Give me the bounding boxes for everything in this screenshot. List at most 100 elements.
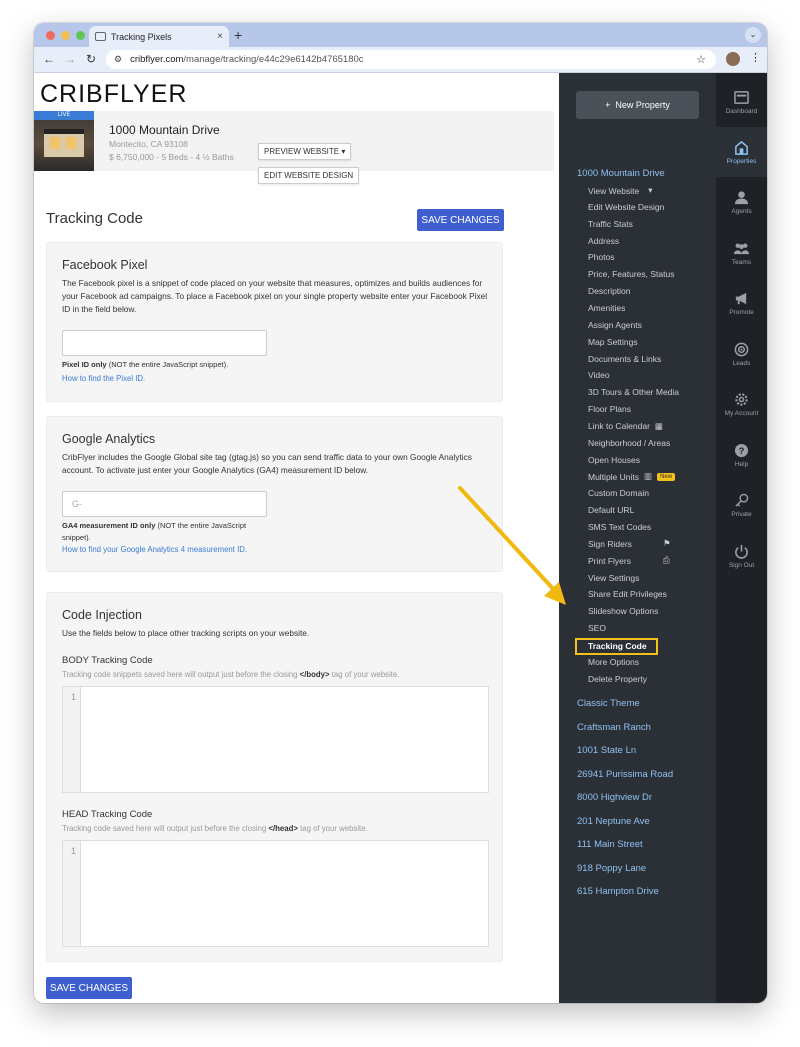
nav-help[interactable]: ? Help [716, 430, 767, 480]
property-city: Montecito, CA 93108 [109, 139, 188, 149]
sidebar-item-amenities[interactable]: Amenities [588, 303, 625, 313]
site-settings-icon[interactable]: ⚙ [114, 54, 122, 65]
facebook-pixel-help: Pixel ID only (NOT the entire JavaScript… [62, 359, 228, 371]
sidebar-item-share-edit-privileges[interactable]: Share Edit Privileges [588, 589, 667, 599]
live-badge: LIVE [34, 111, 94, 120]
forward-icon[interactable]: → [64, 52, 76, 66]
facebook-pixel-help-link[interactable]: How to find the Pixel ID. [62, 374, 145, 383]
sidebar-item-link-to-calendar[interactable]: Link to Calendar ▦ [588, 421, 663, 432]
sidebar-item-sms-text-codes[interactable]: SMS Text Codes [588, 522, 651, 532]
current-property-link[interactable]: 1000 Mountain Drive [577, 168, 665, 179]
sidebar-item-edit-website-design[interactable]: Edit Website Design [588, 202, 664, 212]
body-note-pre: Tracking code snippets saved here will o… [62, 670, 300, 679]
head-code-editor[interactable]: 1 [62, 840, 489, 947]
facebook-pixel-description: The Facebook pixel is a snippet of code … [62, 278, 488, 314]
preview-website-button[interactable]: PREVIEW WEBSITE ▾ [258, 143, 352, 160]
sidebar-item-neighborhood-areas[interactable]: Neighborhood / Areas [588, 438, 670, 448]
save-changes-button-bottom[interactable]: SAVE CHANGES [46, 977, 132, 999]
body-code-editor[interactable]: 1 [62, 686, 489, 793]
tab-search-icon[interactable]: ⌄ [745, 27, 761, 43]
sidebar-item-video[interactable]: Video [588, 370, 610, 380]
sidebar-property-link[interactable]: 615 Hampton Drive [577, 886, 659, 897]
maximize-window-button[interactable] [76, 31, 85, 40]
print-icon: ⎙ [663, 555, 670, 566]
nav-my-account[interactable]: My Account [716, 379, 767, 429]
sidebar-item-label: Video [588, 370, 610, 381]
sidebar-item-view-settings[interactable]: View Settings [588, 573, 639, 583]
sidebar-item-price-features-status[interactable]: Price, Features, Status [588, 269, 674, 279]
sidebar-property-link[interactable]: Classic Theme [577, 698, 640, 709]
edit-website-design-button[interactable]: EDIT WEBSITE DESIGN [258, 167, 360, 184]
save-changes-button-top[interactable]: SAVE CHANGES [417, 209, 504, 231]
nav-agents-label: Agents [731, 207, 752, 215]
favicon-icon [95, 32, 106, 41]
sidebar-item-open-houses[interactable]: Open Houses [588, 455, 640, 465]
profile-avatar[interactable] [726, 52, 740, 66]
sidebar-property-link[interactable]: 201 Neptune Ave [577, 816, 650, 827]
close-tab-icon[interactable]: × [217, 31, 223, 42]
sidebar-item-slideshow-options[interactable]: Slideshow Options [588, 606, 658, 616]
new-property-button[interactable]: + New Property [576, 91, 699, 119]
sidebar-item-more-options[interactable]: More Options [588, 657, 639, 667]
agent-icon [734, 190, 749, 204]
property-thumbnail[interactable] [34, 111, 94, 171]
nav-my-account-label: My Account [724, 409, 759, 417]
sidebar-item-print-flyers[interactable]: Print Flyers ⎙ [588, 555, 670, 566]
nav-sign-out[interactable]: Sign Out [716, 531, 767, 581]
target-icon [734, 342, 749, 356]
ga4-help-link[interactable]: How to find your Google Analytics 4 meas… [62, 545, 247, 554]
nav-agents[interactable]: Agents [716, 177, 767, 227]
url-field[interactable]: ⚙ cribflyer.com /manage/tracking/e44c29e… [106, 50, 716, 69]
nav-promote[interactable]: Promote [716, 278, 767, 328]
sidebar-property-link[interactable]: 8000 Highview Dr [577, 792, 652, 803]
minimize-window-button[interactable] [61, 31, 70, 40]
line-number-gutter: 1 [63, 841, 81, 946]
sidebar-item-multiple-units[interactable]: Multiple Units ▥ New [588, 471, 676, 482]
browser-tab[interactable]: Tracking Pixels × [89, 26, 229, 47]
sidebar-item-label: Multiple Units [588, 471, 640, 482]
nav-leads[interactable]: Leads [716, 329, 767, 379]
sidebar-property-link[interactable]: 26941 Purissima Road [577, 769, 673, 780]
sidebar-item-view-website[interactable]: View Website ▾ [588, 185, 652, 196]
reload-icon[interactable]: ↻ [86, 52, 96, 66]
sidebar-item-delete-property[interactable]: Delete Property [588, 674, 647, 684]
sidebar-item-sign-riders[interactable]: Sign Riders ⚑ [588, 538, 671, 549]
sidebar-item-photos[interactable]: Photos [588, 252, 614, 262]
sidebar-item-custom-domain[interactable]: Custom Domain [588, 488, 649, 498]
facebook-pixel-input[interactable] [62, 330, 267, 356]
sidebar-item-floor-plans[interactable]: Floor Plans [588, 404, 631, 414]
sidebar-item-seo[interactable]: SEO [588, 623, 606, 633]
nav-dashboard-label: Dashboard [725, 107, 758, 115]
nav-properties[interactable]: Properties [716, 127, 767, 177]
sidebar-item-traffic-stats[interactable]: Traffic Stats [588, 219, 633, 229]
bookmark-star-icon[interactable]: ☆ [696, 53, 706, 66]
sidebar-property-link[interactable]: 918 Poppy Lane [577, 863, 646, 874]
sidebar-item-tracking-code[interactable]: Tracking Code [575, 637, 658, 655]
browser-menu-icon[interactable]: ⋮ [750, 51, 761, 64]
sidebar-item-default-url[interactable]: Default URL [588, 505, 634, 515]
nav-dashboard[interactable]: Dashboard [716, 77, 767, 127]
nav-teams[interactable]: Teams [716, 228, 767, 278]
ga4-measurement-input[interactable]: G- [62, 491, 267, 517]
sidebar-item-address[interactable]: Address [588, 236, 619, 246]
sidebar-property-link[interactable]: 111 Main Street [577, 839, 643, 850]
sidebar-property-link[interactable]: Craftsman Ranch [577, 722, 651, 733]
sidebar-item-description[interactable]: Description [588, 286, 631, 296]
sidebar-item-documents-links[interactable]: Documents & Links [588, 354, 661, 364]
sidebar-item-label: Custom Domain [588, 488, 649, 499]
nav-promote-label: Promote [729, 308, 754, 316]
sidebar-item-3d-tours-other-media[interactable]: 3D Tours & Other Media [588, 387, 679, 397]
new-tab-icon[interactable]: + [234, 27, 242, 43]
sidebar-item-assign-agents[interactable]: Assign Agents [588, 320, 642, 330]
nav-private[interactable]: Private [716, 480, 767, 530]
close-window-button[interactable] [46, 31, 55, 40]
power-icon [735, 544, 748, 559]
address-bar-row: ← → ↻ ⚙ cribflyer.com /manage/tracking/e… [34, 47, 767, 73]
sidebar-property-link[interactable]: 1001 State Ln [577, 745, 636, 756]
back-icon[interactable]: ← [43, 52, 55, 66]
sidebar-item-map-settings[interactable]: Map Settings [588, 337, 638, 347]
plus-icon: + [605, 100, 611, 110]
google-analytics-description: CribFlyer includes the Google Global sit… [62, 452, 472, 475]
body-tracking-note: Tracking code snippets saved here will o… [62, 670, 399, 679]
cribflyer-logo[interactable]: CRIBFLYER [40, 80, 187, 109]
